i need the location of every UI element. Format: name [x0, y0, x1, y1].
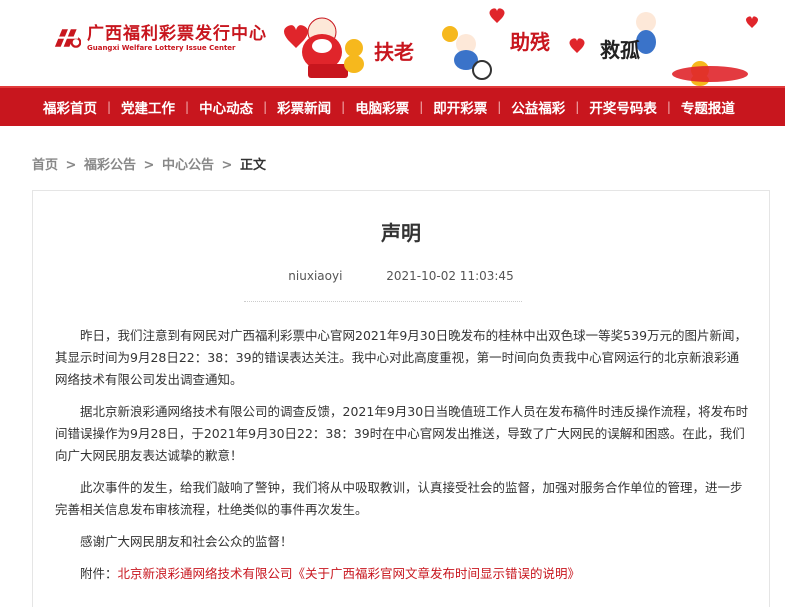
header-banner: 扶老 助残 救孤: [270, 0, 785, 86]
article-meta: niuxiaoyi 2021-10-02 11:03:45: [33, 269, 769, 283]
site-logo[interactable]: 广西福利彩票发行中心 Guangxi Welfare Lottery Issue…: [52, 18, 267, 58]
article-author: niuxiaoyi: [288, 269, 343, 283]
logo-english-name: Guangxi Welfare Lottery Issue Center: [87, 43, 236, 52]
main-nav: 福彩首页 | 党建工作 | 中心动态 | 彩票新闻 | 电脑彩票 | 即开彩票 …: [0, 86, 785, 126]
article-paragraph: 感谢广大网民朋友和社会公众的监督！: [80, 534, 293, 549]
article-card: 声明 niuxiaoyi 2021-10-02 11:03:45 昨日，我们注意…: [32, 190, 770, 607]
article-title: 声明: [381, 221, 421, 245]
nav-item-party-work[interactable]: 党建工作: [111, 97, 185, 117]
meta-divider: [244, 301, 522, 302]
nav-item-welfare-lottery[interactable]: 公益福彩: [501, 97, 575, 117]
logo-chinese-name: 广西福利彩票发行中心: [87, 23, 267, 44]
slogan-save-orphans: 救孤: [600, 38, 640, 62]
nav-item-draw-results[interactable]: 开奖号码表: [579, 97, 667, 117]
article-body: 昨日，我们注意到有网民对广西福利彩票中心官网2021年9月30日晚发布的桂林中出…: [55, 325, 750, 595]
nav-item-home[interactable]: 福彩首页: [33, 97, 107, 117]
slogan-help-disabled: 助残: [510, 30, 550, 54]
article-paragraph: 此次事件的发生，给我们敲响了警钟，我们将从中吸取教训，认真接受社会的监督，加强对…: [55, 480, 743, 517]
heart-icon: [489, 8, 505, 23]
nav-item-special-reports[interactable]: 专题报道: [671, 97, 745, 117]
breadcrumb-center-notices[interactable]: 中心公告: [162, 158, 214, 173]
attachment-line: 附件：北京新浪彩通网络技术有限公司《关于广西福彩官网文章发布时间显示错误的说明》: [55, 563, 750, 585]
site-header: 广西福利彩票发行中心 Guangxi Welfare Lottery Issue…: [0, 0, 785, 86]
heart-icon: [746, 16, 758, 28]
breadcrumb: 首页 > 福彩公告 > 中心公告 > 正文: [32, 154, 266, 173]
article-paragraph: 据北京新浪彩通网络技术有限公司的调查反馈，2021年9月30日当晚值班工作人员在…: [55, 404, 749, 463]
lottery-logo-icon: [53, 29, 81, 48]
article-datetime: 2021-10-02 11:03:45: [386, 269, 514, 283]
breadcrumb-current: 正文: [239, 158, 266, 173]
breadcrumb-announcements[interactable]: 福彩公告: [84, 158, 136, 173]
nav-item-lottery-news[interactable]: 彩票新闻: [267, 97, 341, 117]
heart-icon: [569, 38, 585, 53]
attachment-label: 附件：: [80, 566, 118, 581]
nav-item-computer-lottery[interactable]: 电脑彩票: [345, 97, 419, 117]
attachment-link[interactable]: 北京新浪彩通网络技术有限公司《关于广西福彩官网文章发布时间显示错误的说明》: [118, 566, 581, 581]
breadcrumb-separator: >: [143, 158, 155, 173]
breadcrumb-home[interactable]: 首页: [32, 158, 58, 173]
nav-item-center-news[interactable]: 中心动态: [189, 97, 263, 117]
nav-item-instant-lottery[interactable]: 即开彩票: [423, 97, 497, 117]
breadcrumb-separator: >: [65, 158, 77, 173]
article-paragraph: 昨日，我们注意到有网民对广西福利彩票中心官网2021年9月30日晚发布的桂林中出…: [55, 328, 748, 387]
breadcrumb-separator: >: [221, 158, 233, 173]
slogan-support-elderly: 扶老: [374, 40, 414, 64]
